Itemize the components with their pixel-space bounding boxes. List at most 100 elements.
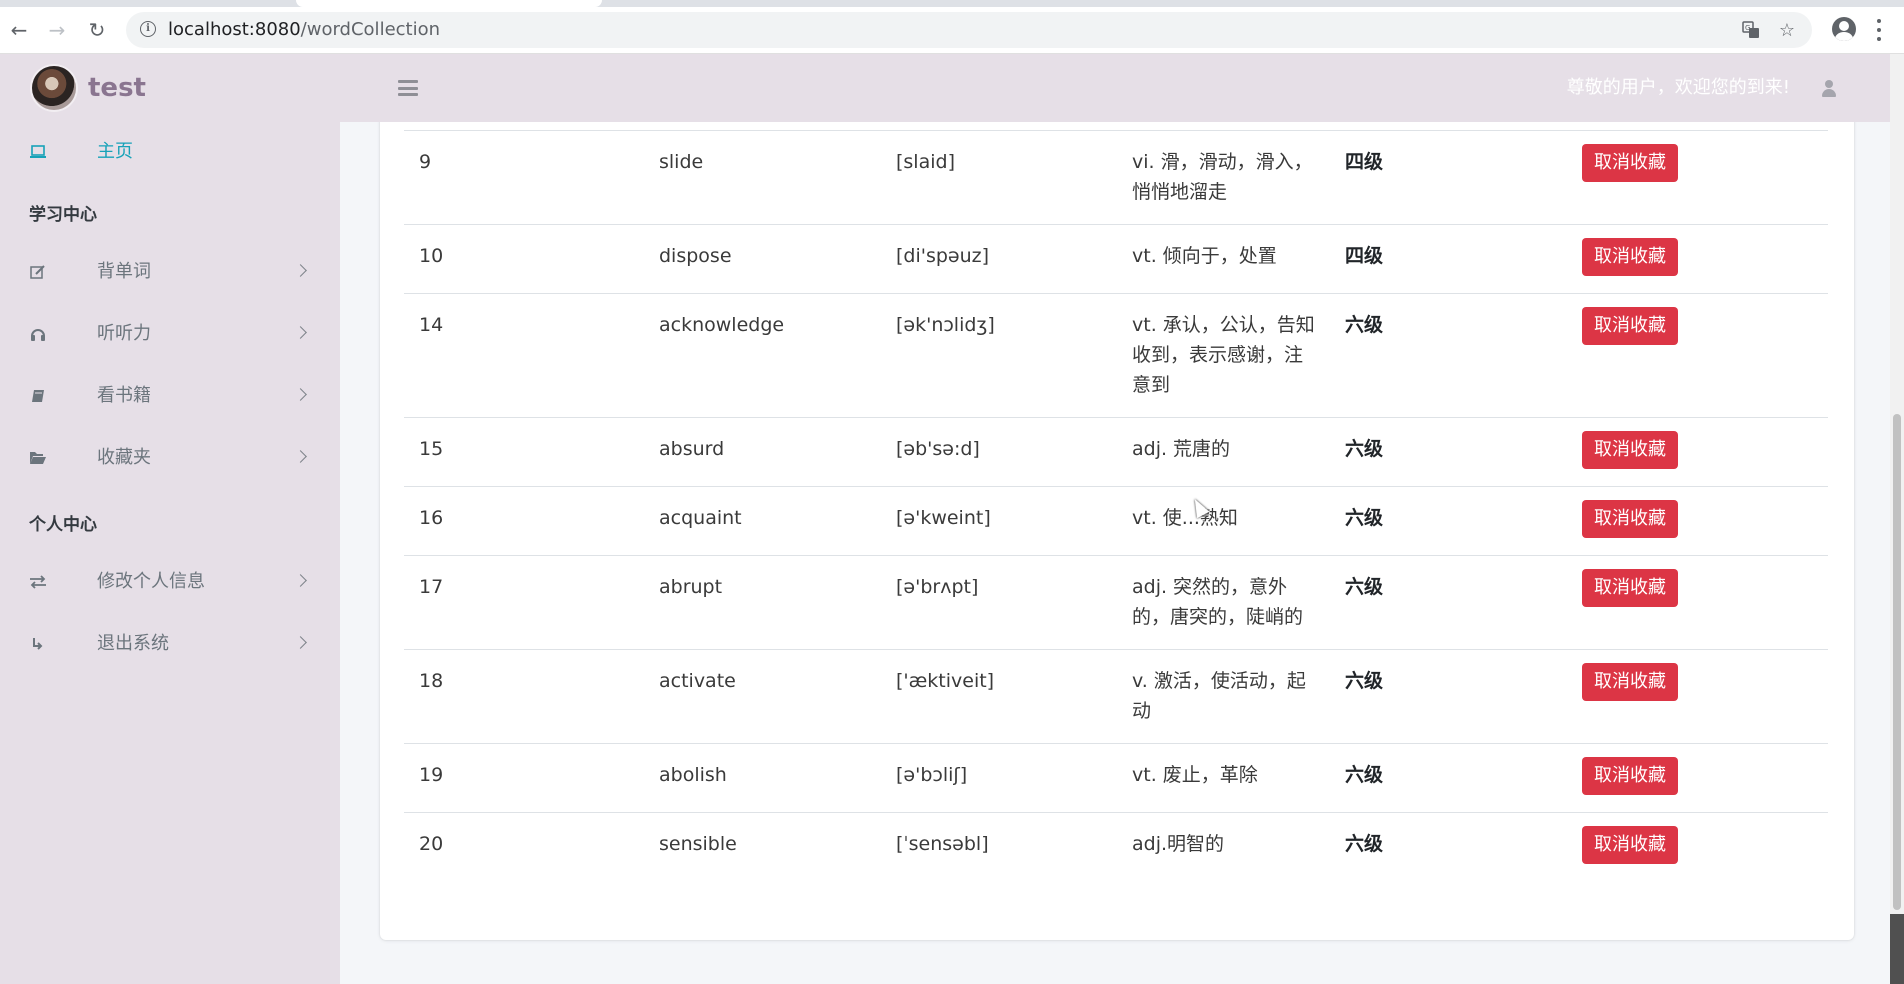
logout-icon (28, 634, 48, 654)
user-icon[interactable] (1822, 80, 1836, 97)
laptop-icon (28, 142, 48, 162)
word-cell: sensible (644, 812, 881, 881)
translate-icon[interactable]: G (1740, 19, 1762, 41)
word-cell: slide (644, 130, 881, 225)
word-id-cell: 15 (404, 417, 644, 487)
uncollect-button[interactable]: 取消收藏 (1582, 431, 1678, 469)
browser-tab[interactable] (296, 0, 602, 7)
phonetic-cell: [ək'nɔlidʒ] (881, 293, 1117, 418)
phonetic-cell: [slaid] (881, 130, 1117, 225)
address-bar[interactable]: i localhost:8080/wordCollection G ☆ (126, 12, 1812, 48)
brand[interactable]: test (0, 54, 340, 122)
meaning-cell: adj. 突然的，意外的，唐突的，陡峭的 (1117, 555, 1330, 650)
table-row: 17 abrupt [ə'brʌpt] adj. 突然的，意外的，唐突的，陡峭的 六级取… (404, 555, 1828, 650)
table-row: 14 acknowledge [ək'nɔlidʒ] vt. 承认，公认，告知收到，表… (404, 293, 1828, 418)
app-header: test 尊敬的用户，欢迎您的到来! (0, 54, 1890, 122)
level-cell: 六级 (1330, 486, 1567, 556)
action-cell: 取消收藏 (1567, 293, 1828, 418)
browser-tab-strip (0, 0, 1904, 7)
meaning-cell: vt. 使...熟知 (1117, 486, 1330, 556)
section-header-study: 学习中心 (29, 205, 97, 225)
welcome-text: 尊敬的用户，欢迎您的到来! (1566, 77, 1790, 98)
word-id-cell: 19 (404, 743, 644, 813)
phonetic-cell: ['æktiveit] (881, 649, 1117, 744)
level-cell: 六级 (1330, 555, 1567, 650)
sidebar-item-home[interactable]: 主页 (0, 128, 340, 176)
uncollect-button[interactable]: 取消收藏 (1582, 757, 1678, 795)
back-icon[interactable]: ← (6, 17, 32, 43)
table-row: 16 acquaint [ə'kweint] vt. 使...熟知 六级 取消收藏 (404, 486, 1828, 556)
uncollect-button[interactable]: 取消收藏 (1582, 144, 1678, 182)
word-id-cell: 16 (404, 486, 644, 556)
word-cell: acknowledge (644, 293, 881, 418)
sidebar-item-books[interactable]: 看书籍 (0, 372, 340, 420)
folder-open-icon (28, 448, 48, 468)
phonetic-cell: [di'spəuz] (881, 224, 1117, 294)
uncollect-button[interactable]: 取消收藏 (1582, 569, 1678, 607)
word-cell: absurd (644, 417, 881, 487)
word-id-cell: 10 (404, 224, 644, 294)
chevron-right-icon (294, 326, 307, 339)
action-cell: 取消收藏 (1567, 417, 1828, 487)
phonetic-cell: [ə'brʌpt] (881, 555, 1117, 650)
sidebar-item-label: 看书籍 (97, 385, 151, 406)
sidebar-item-label: 背单词 (97, 261, 151, 282)
word-cell: acquaint (644, 486, 881, 556)
action-cell: 取消收藏 (1567, 486, 1828, 556)
meaning-cell: vi. 滑，滑动，滑入，悄悄地溜走 (1117, 130, 1330, 225)
meaning-cell: adj.明智的 (1117, 812, 1330, 881)
sidebar-item-vocab[interactable]: 背单词 (0, 248, 340, 296)
exchange-icon (28, 572, 48, 592)
uncollect-button[interactable]: 取消收藏 (1582, 238, 1678, 276)
chevron-right-icon (294, 574, 307, 587)
browser-toolbar: ← → ↻ i localhost:8080/wordCollection G … (0, 7, 1904, 54)
scrollbar-thumb[interactable] (1893, 414, 1901, 910)
table-row: 15 absurd [əb'sə:d] adj. 荒唐的 六级 取消收藏 (404, 417, 1828, 487)
chevron-right-icon (294, 388, 307, 401)
sidebar-item-logout[interactable]: 退出系统 (0, 620, 340, 668)
phonetic-cell: [ˈsensəbl] (881, 812, 1117, 881)
uncollect-button[interactable]: 取消收藏 (1582, 663, 1678, 701)
uncollect-button[interactable]: 取消收藏 (1582, 500, 1678, 538)
sidebar-item-label: 主页 (97, 141, 133, 162)
page-scrollbar[interactable] (1890, 54, 1904, 984)
menu-toggle-icon[interactable] (398, 80, 418, 96)
uncollect-button[interactable]: 取消收藏 (1582, 826, 1678, 864)
more-menu-icon[interactable] (1876, 19, 1882, 41)
table-row: 20 sensible [ˈsensəbl] adj.明智的 六级 取消收藏 (404, 812, 1828, 881)
level-cell: 四级 (1330, 224, 1567, 294)
brand-name: test (88, 73, 146, 103)
sidebar: 主页 学习中心 背单词 听听力 看书籍 收藏夹 个人中心 修改个人信息 退出系统 (0, 122, 340, 984)
url-text[interactable]: localhost:8080/wordCollection (168, 12, 440, 48)
sidebar-item-label: 退出系统 (97, 633, 169, 654)
meaning-cell: vt. 倾向于，处置 (1117, 224, 1330, 294)
phonetic-cell: [ə'bɔliʃ] (881, 743, 1117, 813)
action-cell: 取消收藏 (1567, 555, 1828, 650)
meaning-cell: adj. 荒唐的 (1117, 417, 1330, 487)
brand-logo (32, 66, 76, 110)
meaning-cell: v. 激活，使活动，起动 (1117, 649, 1330, 744)
uncollect-button[interactable]: 取消收藏 (1582, 307, 1678, 345)
sidebar-item-listening[interactable]: 听听力 (0, 310, 340, 358)
word-id-cell: 14 (404, 293, 644, 418)
sidebar-item-label: 收藏夹 (97, 447, 151, 468)
action-cell: 取消收藏 (1567, 812, 1828, 881)
table-row: 18 activate ['æktiveit] v. 激活，使活动，起动 六级 取消收藏 (404, 649, 1828, 744)
level-cell: 六级 (1330, 812, 1567, 881)
word-collection-table: 种，血统取消收藏9slide[slaid]vi. 滑，滑动，滑入，悄悄地溜走四级… (404, 60, 1828, 881)
chevron-right-icon (294, 264, 307, 277)
action-cell: 取消收藏 (1567, 743, 1828, 813)
star-icon[interactable]: ☆ (1776, 19, 1798, 41)
word-cell: dispose (644, 224, 881, 294)
level-cell: 六级 (1330, 649, 1567, 744)
sidebar-item-profile[interactable]: 修改个人信息 (0, 558, 340, 606)
sidebar-item-favorites[interactable]: 收藏夹 (0, 434, 340, 482)
word-id-cell: 20 (404, 812, 644, 881)
reload-icon[interactable]: ↻ (84, 17, 110, 43)
edit-icon (28, 262, 48, 282)
forward-icon[interactable]: → (44, 17, 70, 43)
profile-icon[interactable] (1832, 17, 1856, 41)
sidebar-item-label: 修改个人信息 (97, 571, 205, 592)
info-icon[interactable]: i (140, 21, 156, 37)
table-row: 10 dispose [di'spəuz] vt. 倾向于，处置 四级 取消收藏 (404, 224, 1828, 294)
